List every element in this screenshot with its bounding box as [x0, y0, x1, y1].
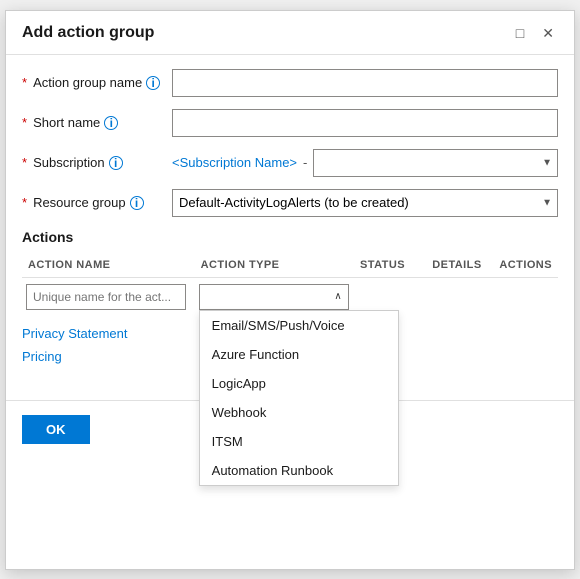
resource-group-info-icon[interactable]: i: [130, 196, 144, 210]
short-name-input[interactable]: [172, 109, 558, 137]
pricing-link[interactable]: Pricing: [22, 349, 62, 364]
resource-group-select-wrapper: Default-ActivityLogAlerts (to be created…: [172, 189, 558, 217]
resource-group-label: * Resource group i: [22, 195, 172, 210]
subscription-row: * Subscription i <Subscription Name> - ▼: [22, 149, 558, 177]
subscription-info-icon[interactable]: i: [109, 156, 123, 170]
dropdown-item-logicapp[interactable]: LogicApp: [200, 369, 398, 398]
resource-group-row: * Resource group i Default-ActivityLogAl…: [22, 189, 558, 217]
short-name-info-icon[interactable]: i: [104, 116, 118, 130]
actions-cell: [493, 277, 558, 316]
dialog-header-icons: □ ✕: [512, 23, 558, 44]
col-header-action-type: ACTION TYPE: [195, 255, 354, 278]
resource-group-label-text: Resource group: [33, 195, 126, 210]
subscription-input-area: <Subscription Name> - ▼: [172, 149, 558, 177]
col-header-status: STATUS: [354, 255, 426, 278]
col-header-actions: ACTIONS: [493, 255, 558, 278]
subscription-name-text: <Subscription Name>: [172, 155, 297, 170]
required-star-rg: *: [22, 195, 27, 210]
privacy-statement-link[interactable]: Privacy Statement: [22, 326, 128, 341]
action-type-cell: ∧ Email/SMS/Push/Voice Azure Function Lo…: [195, 277, 354, 316]
actions-table: ACTION NAME ACTION TYPE STATUS DETAILS A…: [22, 255, 558, 316]
action-name-input[interactable]: [26, 284, 186, 310]
short-name-label-text: Short name: [33, 115, 100, 130]
action-group-name-label-text: Action group name: [33, 75, 142, 90]
sub-dash: -: [303, 155, 307, 170]
dropdown-item-itsm[interactable]: ITSM: [200, 427, 398, 456]
short-name-row: * Short name i: [22, 109, 558, 137]
action-type-dropdown-menu: Email/SMS/Push/Voice Azure Function Logi…: [199, 310, 399, 486]
dialog-header: Add action group □ ✕: [6, 11, 574, 55]
dropdown-item-azure-function[interactable]: Azure Function: [200, 340, 398, 369]
table-header-row: ACTION NAME ACTION TYPE STATUS DETAILS A…: [22, 255, 558, 278]
required-star: *: [22, 75, 27, 90]
close-icon[interactable]: ✕: [538, 23, 558, 44]
action-input-row: ∧ Email/SMS/Push/Voice Azure Function Lo…: [22, 277, 558, 316]
action-type-wrapper: ∧ Email/SMS/Push/Voice Azure Function Lo…: [199, 284, 349, 310]
resource-group-select[interactable]: Default-ActivityLogAlerts (to be created…: [172, 189, 558, 217]
action-group-name-row: * Action group name i: [22, 69, 558, 97]
actions-section-title: Actions: [22, 229, 558, 245]
add-action-group-dialog: Add action group □ ✕ * Action group name…: [5, 10, 575, 570]
action-group-name-input[interactable]: [172, 69, 558, 97]
subscription-label-text: Subscription: [33, 155, 105, 170]
subscription-select[interactable]: [313, 149, 558, 177]
dropdown-item-webhook[interactable]: Webhook: [200, 398, 398, 427]
action-type-dropdown-trigger[interactable]: ∧: [199, 284, 349, 310]
required-star-short: *: [22, 115, 27, 130]
action-group-name-info-icon[interactable]: i: [146, 76, 160, 90]
col-header-details: DETAILS: [426, 255, 493, 278]
details-cell: [426, 277, 493, 316]
dropdown-item-automation-runbook[interactable]: Automation Runbook: [200, 456, 398, 485]
dropdown-item-email[interactable]: Email/SMS/Push/Voice: [200, 311, 398, 340]
action-type-chevron-icon: ∧: [334, 291, 341, 302]
dialog-body: * Action group name i * Short name i * S…: [6, 55, 574, 380]
required-star-sub: *: [22, 155, 27, 170]
subscription-select-wrapper: ▼: [313, 149, 558, 177]
col-header-action-name: ACTION NAME: [22, 255, 195, 278]
action-group-name-label: * Action group name i: [22, 75, 172, 90]
minimize-icon[interactable]: □: [512, 23, 528, 44]
subscription-label: * Subscription i: [22, 155, 172, 170]
short-name-label: * Short name i: [22, 115, 172, 130]
action-name-cell: [22, 277, 195, 316]
dialog-title: Add action group: [22, 24, 154, 42]
ok-button[interactable]: OK: [22, 415, 90, 444]
